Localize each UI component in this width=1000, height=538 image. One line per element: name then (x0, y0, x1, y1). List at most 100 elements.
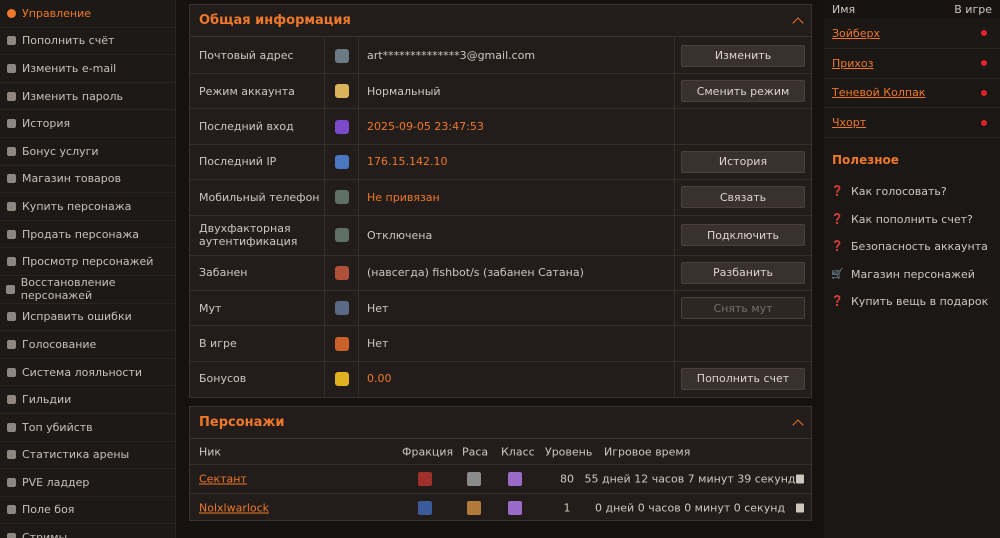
sidebar-item-label: Статистика арены (22, 448, 130, 462)
useful-label: Магазин персонажей (851, 267, 975, 281)
history-icon (4, 117, 18, 131)
friend-row: Прихоз (824, 49, 1000, 79)
character-nick-link[interactable]: Nolxlwarlock (199, 502, 269, 515)
sidebar-item[interactable]: Изменить e-mail (0, 55, 175, 83)
sidebar-item[interactable]: Продать персонажа (0, 221, 175, 249)
useful-label: Как пополнить счет? (851, 212, 973, 226)
character-level: 1 (563, 501, 571, 515)
friend-row: Теневой Колпак (824, 79, 1000, 109)
friend-link[interactable]: Чхорт (832, 116, 866, 129)
info-row-icon (334, 154, 349, 169)
col-playtime: Игровое время (604, 445, 691, 459)
sidebar-item-label: Купить персонажа (22, 199, 132, 213)
info-action-button[interactable]: Сменить режим (681, 80, 805, 103)
user-icon (4, 255, 18, 269)
friend-link[interactable]: Зойберх (832, 27, 880, 40)
restore-icon (4, 282, 17, 296)
sidebar-item-label: Бонус услуги (22, 144, 99, 158)
sidebar-item[interactable]: Пополнить счёт (0, 28, 175, 56)
sidebar-item[interactable]: Просмотр персонажей (0, 248, 175, 276)
sidebar-item-label: Управление (22, 6, 92, 20)
video-icon (4, 531, 18, 538)
info-action-button[interactable]: Разбанить (681, 261, 805, 284)
info-value: Отключена (359, 215, 675, 255)
sidebar-item[interactable]: Изменить пароль (0, 83, 175, 111)
sidebar-item[interactable]: Исправить ошибки (0, 304, 175, 332)
useful-link[interactable]: ❓ Как пополнить счет? (824, 206, 1000, 234)
characters-title: Персонажи (199, 415, 285, 430)
sidebar-item[interactable]: Голосование (0, 331, 175, 359)
info-row: Мут Нет Снять мут (190, 290, 811, 326)
useful-link[interactable]: 🛒 Магазин персонажей (824, 261, 1000, 289)
info-action-button[interactable]: История (681, 150, 805, 173)
sidebar-item[interactable]: Система лояльности (0, 359, 175, 387)
sidebar-item[interactable]: Поле боя (0, 497, 175, 525)
info-row: В игре Нет (190, 325, 811, 361)
info-value: (навсегда) fishbot/s (забанен Сатана) (359, 255, 675, 290)
characters-panel: Персонажи Ник Фракция Раса Класс Уровень… (189, 406, 812, 521)
info-row: Мобильный телефон Не привязан Связать (190, 179, 811, 215)
gift-icon (4, 144, 18, 158)
chart-icon (4, 503, 18, 517)
info-row: Почтовый адрес art**************3@gmail.c… (190, 38, 811, 73)
sidebar-item[interactable]: Магазин товаров (0, 166, 175, 194)
character-nick-link[interactable]: Сектант (199, 473, 247, 486)
info-row-icon (334, 301, 349, 316)
chevron-up-icon[interactable] (792, 16, 804, 29)
info-row-icon (334, 84, 349, 99)
cart-icon: 🛒 (831, 268, 844, 280)
sidebar-item[interactable]: PVE ладдер (0, 469, 175, 497)
sidebar-item[interactable]: Стримы (0, 524, 175, 538)
info-action-button[interactable]: Подключить (681, 224, 805, 247)
info-action-button[interactable]: Изменить (681, 44, 805, 67)
sidebar-item[interactable]: Статистика арены (0, 442, 175, 470)
chevron-up-icon[interactable] (792, 418, 804, 431)
info-row-icon (334, 371, 349, 386)
sidebar-item-label: Пополнить счёт (22, 34, 115, 48)
general-info-panel: Общая информация Почтовый адрес art******… (189, 4, 812, 398)
tag-icon (4, 199, 18, 213)
sidebar-item[interactable]: Управление (0, 0, 175, 28)
characters-header[interactable]: Персонажи (190, 407, 811, 439)
character-playtime: 0 дней 0 часов 0 минут 0 секунд (594, 501, 786, 515)
info-action-button[interactable]: Связать (681, 186, 805, 209)
sidebar-item-label: Исправить ошибки (22, 310, 132, 324)
sidebar-item[interactable]: История (0, 110, 175, 138)
info-action-button[interactable]: Пополнить счет (681, 367, 805, 390)
useful-link[interactable]: ❓ Как голосовать? (824, 178, 1000, 206)
sidebar-item[interactable]: Гильдии (0, 386, 175, 414)
col-race: Раса (462, 445, 489, 459)
cart-icon (4, 172, 18, 186)
main-content: Общая информация Почтовый адрес art******… (176, 0, 824, 538)
question-icon: ❓ (831, 241, 844, 253)
useful-link[interactable]: ❓ Купить вещь в подарок (824, 288, 1000, 316)
col-class: Класс (501, 445, 535, 459)
info-value: 0.00 (359, 361, 675, 397)
sidebar-item[interactable]: Топ убийств (0, 414, 175, 442)
col-faction: Фракция (402, 445, 454, 459)
info-row-icon (334, 48, 349, 63)
col-nick: Ник (199, 445, 222, 459)
chart-icon (4, 420, 18, 434)
general-info-header[interactable]: Общая информация (190, 5, 811, 37)
sidebar-item[interactable]: Восстановление персонажей (0, 276, 175, 304)
info-label: Последний вход (190, 109, 325, 144)
info-label: В игре (190, 326, 325, 361)
info-row: Режим аккаунта Нормальный Сменить режим (190, 73, 811, 109)
sidebar-item[interactable]: Купить персонажа (0, 193, 175, 221)
gear-icon (4, 6, 18, 20)
question-icon: ❓ (831, 186, 844, 198)
friend-link[interactable]: Теневой Колпак (832, 86, 925, 99)
sidebar-item-label: Гильдии (22, 393, 72, 407)
sidebar-item-label: История (22, 117, 71, 131)
friend-link[interactable]: Прихоз (832, 57, 874, 70)
plus-circle-icon (4, 34, 18, 48)
useful-link[interactable]: ❓ Безопасность аккаунта (824, 233, 1000, 261)
sidebar-item-label: Восстановление персонажей (20, 276, 116, 303)
info-value: Не привязан (359, 180, 675, 215)
sidebar-item[interactable]: Бонус услуги (0, 138, 175, 166)
general-info-title: Общая информация (199, 13, 351, 28)
character-row: Nolxlwarlock 1 0 дней 0 часов 0 минут 0 се… (190, 493, 811, 522)
info-value: 2025-09-05 23:47:53 (359, 109, 675, 144)
friends-header: Имя В игре (824, 0, 1000, 19)
